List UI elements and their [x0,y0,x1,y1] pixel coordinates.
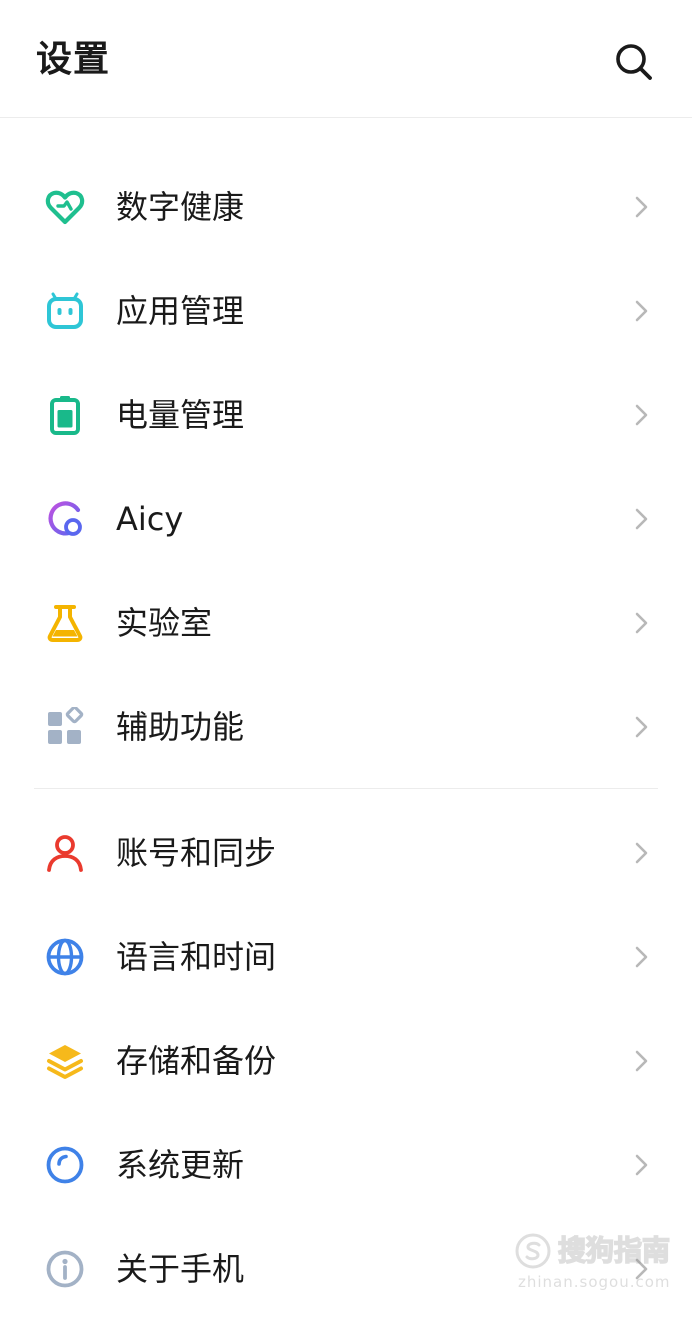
android-icon [44,290,86,332]
settings-item-digital-health[interactable]: 数字健康 [0,156,692,260]
battery-icon [44,394,86,436]
page-title: 设置 [36,39,111,80]
chevron-right-icon [635,1050,648,1072]
person-icon [44,832,86,874]
settings-item-aicy[interactable]: Aicy [0,468,692,572]
chevron-right-icon [635,716,648,738]
chevron-right-icon [635,842,648,864]
chevron-right-icon [635,196,648,218]
settings-item-label: 存储和备份 [116,1042,277,1080]
chevron-right-icon [635,404,648,426]
search-button[interactable] [610,38,658,86]
settings-item-label: 电量管理 [116,396,245,434]
settings-item-label: 系统更新 [116,1146,245,1184]
chevron-right-icon [635,946,648,968]
settings-item-label: 应用管理 [116,292,245,330]
settings-item-storage-backup[interactable]: 存储和备份 [0,1010,692,1114]
grid-icon [44,706,86,748]
chevron-right-icon [635,300,648,322]
settings-item-accessibility[interactable]: 辅助功能 [0,676,692,780]
settings-item-label: 账号和同步 [116,834,277,872]
heart-icon [44,186,86,228]
chevron-right-icon [635,612,648,634]
settings-item-app-management[interactable]: 应用管理 [0,260,692,364]
settings-item-label: 实验室 [116,604,213,642]
settings-item-label: 辅助功能 [116,708,245,746]
globe-icon [44,936,86,978]
settings-item-battery[interactable]: 电量管理 [0,364,692,468]
settings-item-account-sync[interactable]: 账号和同步 [0,802,692,906]
settings-item-label: 关于手机 [116,1250,245,1288]
aicy-icon [44,498,86,540]
chevron-right-icon [635,1258,648,1280]
settings-item-label: Aicy [116,500,184,538]
layers-icon [44,1040,86,1082]
update-icon [44,1144,86,1186]
settings-item-system-update[interactable]: 系统更新 [0,1114,692,1218]
chevron-right-icon [635,508,648,530]
settings-item-label: 语言和时间 [116,938,277,976]
search-icon [616,44,652,80]
header-bar: 设置 [0,0,692,118]
settings-item-label: 数字健康 [116,188,245,226]
settings-item-language-time[interactable]: 语言和时间 [0,906,692,1010]
info-icon [44,1248,86,1290]
settings-item-about-phone[interactable]: 关于手机 [0,1218,692,1322]
settings-item-lab[interactable]: 实验室 [0,572,692,676]
flask-icon [44,602,86,644]
chevron-right-icon [635,1154,648,1176]
section-divider [34,788,658,789]
